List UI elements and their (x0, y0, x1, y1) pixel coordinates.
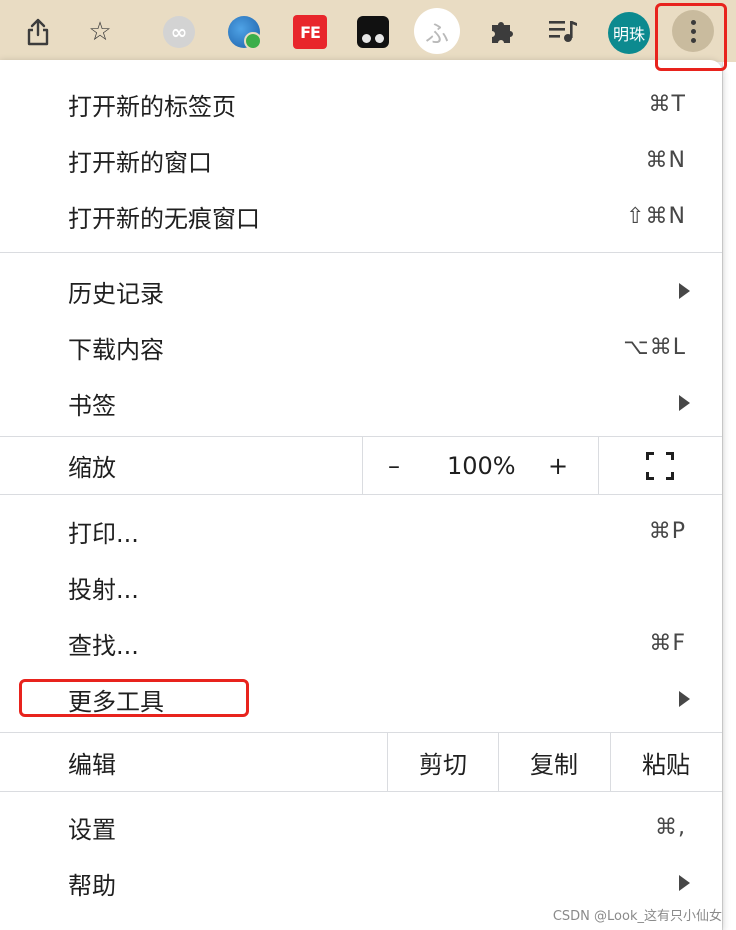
chrome-main-menu: 打开新的标签页 ⌘T 打开新的窗口 ⌘N 打开新的无痕窗口 ⇧⌘N 历史记录 下… (0, 60, 722, 930)
fe-extension-icon[interactable]: FE (293, 15, 327, 49)
paste-button[interactable]: 粘贴 (611, 745, 721, 780)
zoom-in-button[interactable]: + (548, 452, 568, 480)
menu-item-label: 投射... (68, 575, 139, 604)
menu-item-settings[interactable]: 设置 ⌘, (0, 799, 722, 855)
submenu-arrow-icon (679, 283, 690, 299)
menu-item-label: 更多工具 (68, 687, 164, 716)
page-background (722, 62, 736, 930)
menu-item-shortcut: ⌘T (648, 91, 686, 117)
menu-divider (0, 494, 722, 495)
cut-button[interactable]: 剪切 (388, 745, 498, 780)
puzzle-icon-glyph (492, 22, 513, 43)
playlist-icon[interactable] (545, 13, 581, 49)
browser-toolbar: ☆ ∞ FE ふ 明珠 (0, 0, 736, 62)
menu-item-shortcut: ⌘, (655, 814, 686, 840)
menu-item-label: 帮助 (68, 871, 116, 900)
more-vert-icon[interactable] (672, 10, 714, 52)
menu-item-downloads[interactable]: 下载内容 ⌥⌘L (0, 319, 722, 375)
menu-divider (0, 791, 722, 792)
zoom-label: 缩放 (68, 454, 116, 482)
zoom-divider (362, 437, 363, 494)
submenu-arrow-icon (679, 691, 690, 707)
share-icon[interactable] (18, 12, 58, 52)
dots-glyph (690, 19, 696, 43)
loop-extension-icon[interactable]: ∞ (163, 16, 195, 48)
edit-divider (610, 733, 611, 791)
edit-divider (387, 733, 388, 791)
owl-extension-icon[interactable] (357, 16, 389, 48)
menu-item-find[interactable]: 查找... ⌘F (0, 615, 722, 671)
share-icon-glyph (27, 18, 49, 46)
star-icon[interactable]: ☆ (80, 12, 120, 52)
menu-zoom-row: 缩放 – 100% + (0, 437, 722, 494)
menu-item-new-tab[interactable]: 打开新的标签页 ⌘T (0, 76, 722, 132)
menu-divider (0, 252, 722, 253)
zoom-out-button[interactable]: – (388, 452, 400, 480)
puzzle-icon[interactable] (484, 13, 520, 49)
menu-item-history[interactable]: 历史记录 (0, 263, 722, 319)
menu-item-label: 设置 (68, 815, 116, 844)
avatar[interactable]: 明珠 (608, 12, 650, 54)
edit-divider (498, 733, 499, 791)
submenu-arrow-icon (679, 395, 690, 411)
menu-item-shortcut: ⌥⌘L (623, 334, 686, 360)
fullscreen-icon[interactable] (646, 451, 674, 480)
menu-item-label: 打开新的无痕窗口 (68, 204, 260, 233)
menu-item-label: 历史记录 (68, 279, 164, 308)
menu-item-cast[interactable]: 投射... (0, 559, 722, 615)
menu-item-more-tools[interactable]: 更多工具 (0, 671, 722, 727)
menu-item-label: 打印... (68, 519, 139, 548)
fu-extension-icon[interactable]: ふ (414, 8, 460, 54)
copy-button[interactable]: 复制 (499, 745, 609, 780)
menu-item-new-incognito[interactable]: 打开新的无痕窗口 ⇧⌘N (0, 188, 722, 244)
menu-item-label: 打开新的标签页 (68, 92, 236, 121)
menu-item-shortcut: ⌘N (645, 147, 686, 173)
menu-edit-row: 编辑 剪切 复制 粘贴 (0, 733, 722, 791)
menu-item-label: 书签 (68, 391, 116, 420)
menu-item-shortcut: ⌘P (648, 518, 686, 544)
globe-extension-icon[interactable] (228, 16, 262, 50)
watermark: CSDN @Look_这有只小仙女 (552, 909, 722, 924)
zoom-value: 100% (447, 451, 516, 480)
menu-item-label: 下载内容 (68, 335, 164, 364)
menu-item-shortcut: ⇧⌘N (626, 203, 686, 229)
menu-item-new-window[interactable]: 打开新的窗口 ⌘N (0, 132, 722, 188)
menu-item-label: 打开新的窗口 (68, 148, 212, 177)
edit-label: 编辑 (68, 750, 116, 779)
menu-item-print[interactable]: 打印... ⌘P (0, 503, 722, 559)
menu-item-bookmarks[interactable]: 书签 (0, 375, 722, 431)
submenu-arrow-icon (679, 875, 690, 891)
playlist-icon-glyph (549, 21, 577, 42)
menu-item-shortcut: ⌘F (649, 630, 686, 656)
menu-item-label: 查找... (68, 631, 139, 660)
menu-item-help[interactable]: 帮助 (0, 855, 722, 911)
zoom-divider (598, 437, 599, 494)
